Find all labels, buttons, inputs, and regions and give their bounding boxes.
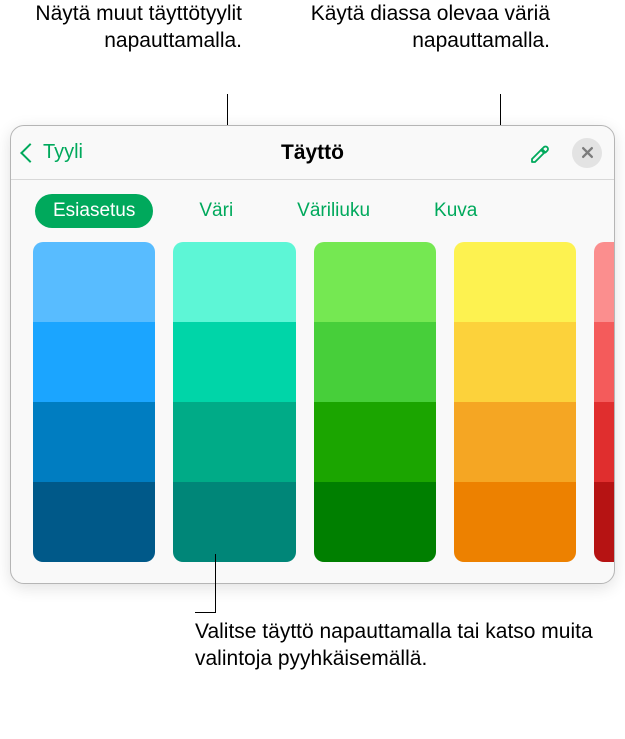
swatch-column xyxy=(173,242,295,562)
color-swatch[interactable] xyxy=(454,402,576,482)
back-button[interactable]: Tyyli xyxy=(23,141,83,164)
chevron-left-icon xyxy=(20,143,40,163)
swatch-column xyxy=(594,242,614,562)
back-label: Tyyli xyxy=(43,141,83,164)
panel-titlebar: Tyyli Täyttö xyxy=(11,126,614,180)
color-swatch[interactable] xyxy=(314,402,436,482)
color-swatch[interactable] xyxy=(454,482,576,562)
swatch-column xyxy=(454,242,576,562)
panel-title: Täyttö xyxy=(11,141,614,165)
color-swatch[interactable] xyxy=(33,242,155,322)
eyedropper-icon xyxy=(529,141,553,165)
swatch-column xyxy=(33,242,155,562)
swatch-column xyxy=(314,242,436,562)
fill-panel: Tyyli Täyttö Esiasetus Väri Väriliuku Ku… xyxy=(10,125,615,584)
color-swatch[interactable] xyxy=(594,482,614,562)
color-swatch[interactable] xyxy=(33,402,155,482)
color-swatch[interactable] xyxy=(594,242,614,322)
callout-line xyxy=(215,554,216,612)
swatch-grid[interactable] xyxy=(11,242,614,562)
color-swatch[interactable] xyxy=(314,242,436,322)
color-swatch[interactable] xyxy=(173,402,295,482)
tab-preset[interactable]: Esiasetus xyxy=(35,194,153,228)
color-swatch[interactable] xyxy=(173,482,295,562)
color-swatch[interactable] xyxy=(454,242,576,322)
color-swatch[interactable] xyxy=(454,322,576,402)
color-swatch[interactable] xyxy=(33,322,155,402)
callout-eyedropper: Käytä diassa olevaa väriä napauttamalla. xyxy=(300,0,550,55)
callout-line xyxy=(195,612,216,613)
eyedropper-button[interactable] xyxy=(528,140,554,166)
color-swatch[interactable] xyxy=(594,402,614,482)
tab-image[interactable]: Kuva xyxy=(416,194,495,228)
tab-gradient[interactable]: Väriliuku xyxy=(279,194,388,228)
callout-swatches: Valitse täyttö napauttamalla tai katso m… xyxy=(195,618,615,673)
color-swatch[interactable] xyxy=(594,322,614,402)
color-swatch[interactable] xyxy=(173,242,295,322)
color-swatch[interactable] xyxy=(314,482,436,562)
color-swatch[interactable] xyxy=(173,322,295,402)
color-swatch[interactable] xyxy=(33,482,155,562)
fill-type-tabs: Esiasetus Väri Väriliuku Kuva xyxy=(11,180,614,242)
tab-color[interactable]: Väri xyxy=(181,194,251,228)
close-button[interactable] xyxy=(572,138,602,168)
close-icon xyxy=(581,146,594,159)
callout-fill-styles: Näytä muut täyttötyylit napauttamalla. xyxy=(0,0,250,55)
color-swatch[interactable] xyxy=(314,322,436,402)
titlebar-right-tools xyxy=(528,138,602,168)
